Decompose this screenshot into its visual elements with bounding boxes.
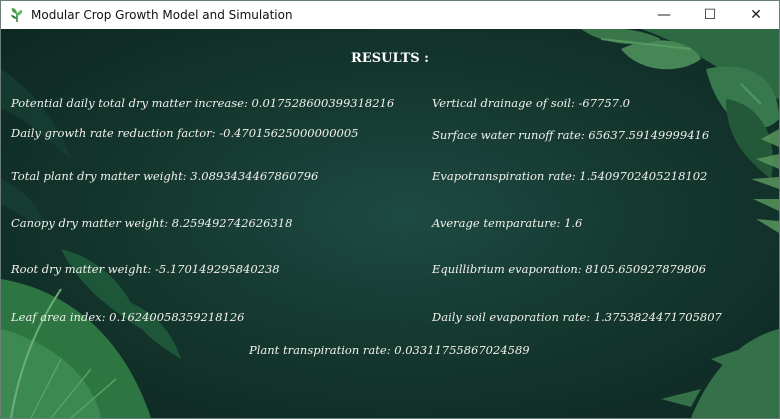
result-evapotranspiration: Evapotranspiration rate: 1.5409702405218… bbox=[432, 169, 708, 183]
result-growth-rate-reduction: Daily growth rate reduction factor: -0.4… bbox=[11, 126, 359, 140]
result-potential-dry-matter: Potential daily total dry matter increas… bbox=[11, 96, 395, 110]
leaf-app-icon bbox=[11, 8, 23, 22]
result-total-plant-dry-matter: Total plant dry matter weight: 3.0893434… bbox=[11, 169, 319, 183]
maximize-button[interactable]: ☐ bbox=[687, 1, 733, 29]
minimize-button[interactable]: — bbox=[641, 1, 687, 29]
result-leaf-area-index: Leaf area index: 0.16240058359218126 bbox=[11, 310, 245, 324]
result-average-temperature: Average temparature: 1.6 bbox=[432, 216, 583, 230]
window-title: Modular Crop Growth Model and Simulation bbox=[31, 8, 293, 22]
window-controls: — ☐ ✕ bbox=[641, 1, 779, 29]
result-canopy-dry-matter: Canopy dry matter weight: 8.259492742626… bbox=[11, 216, 293, 230]
result-vertical-drainage: Vertical drainage of soil: -67757.0 bbox=[432, 96, 630, 110]
result-root-dry-matter: Root dry matter weight: -5.1701492958402… bbox=[11, 262, 280, 276]
close-button[interactable]: ✕ bbox=[733, 1, 779, 29]
results-panel: RESULTS : Potential daily total dry matt… bbox=[1, 29, 779, 418]
result-soil-evaporation: Daily soil evaporation rate: 1.375382447… bbox=[432, 310, 722, 324]
result-equilibrium-evaporation: Equillibrium evaporation: 8105.650927879… bbox=[432, 262, 707, 276]
result-surface-runoff: Surface water runoff rate: 65637.5914999… bbox=[432, 128, 710, 142]
results-heading: RESULTS : bbox=[351, 51, 429, 66]
result-plant-transpiration: Plant transpiration rate: 0.033117558670… bbox=[249, 343, 530, 357]
title-bar[interactable]: Modular Crop Growth Model and Simulation… bbox=[1, 1, 779, 29]
app-window: Modular Crop Growth Model and Simulation… bbox=[0, 0, 780, 419]
